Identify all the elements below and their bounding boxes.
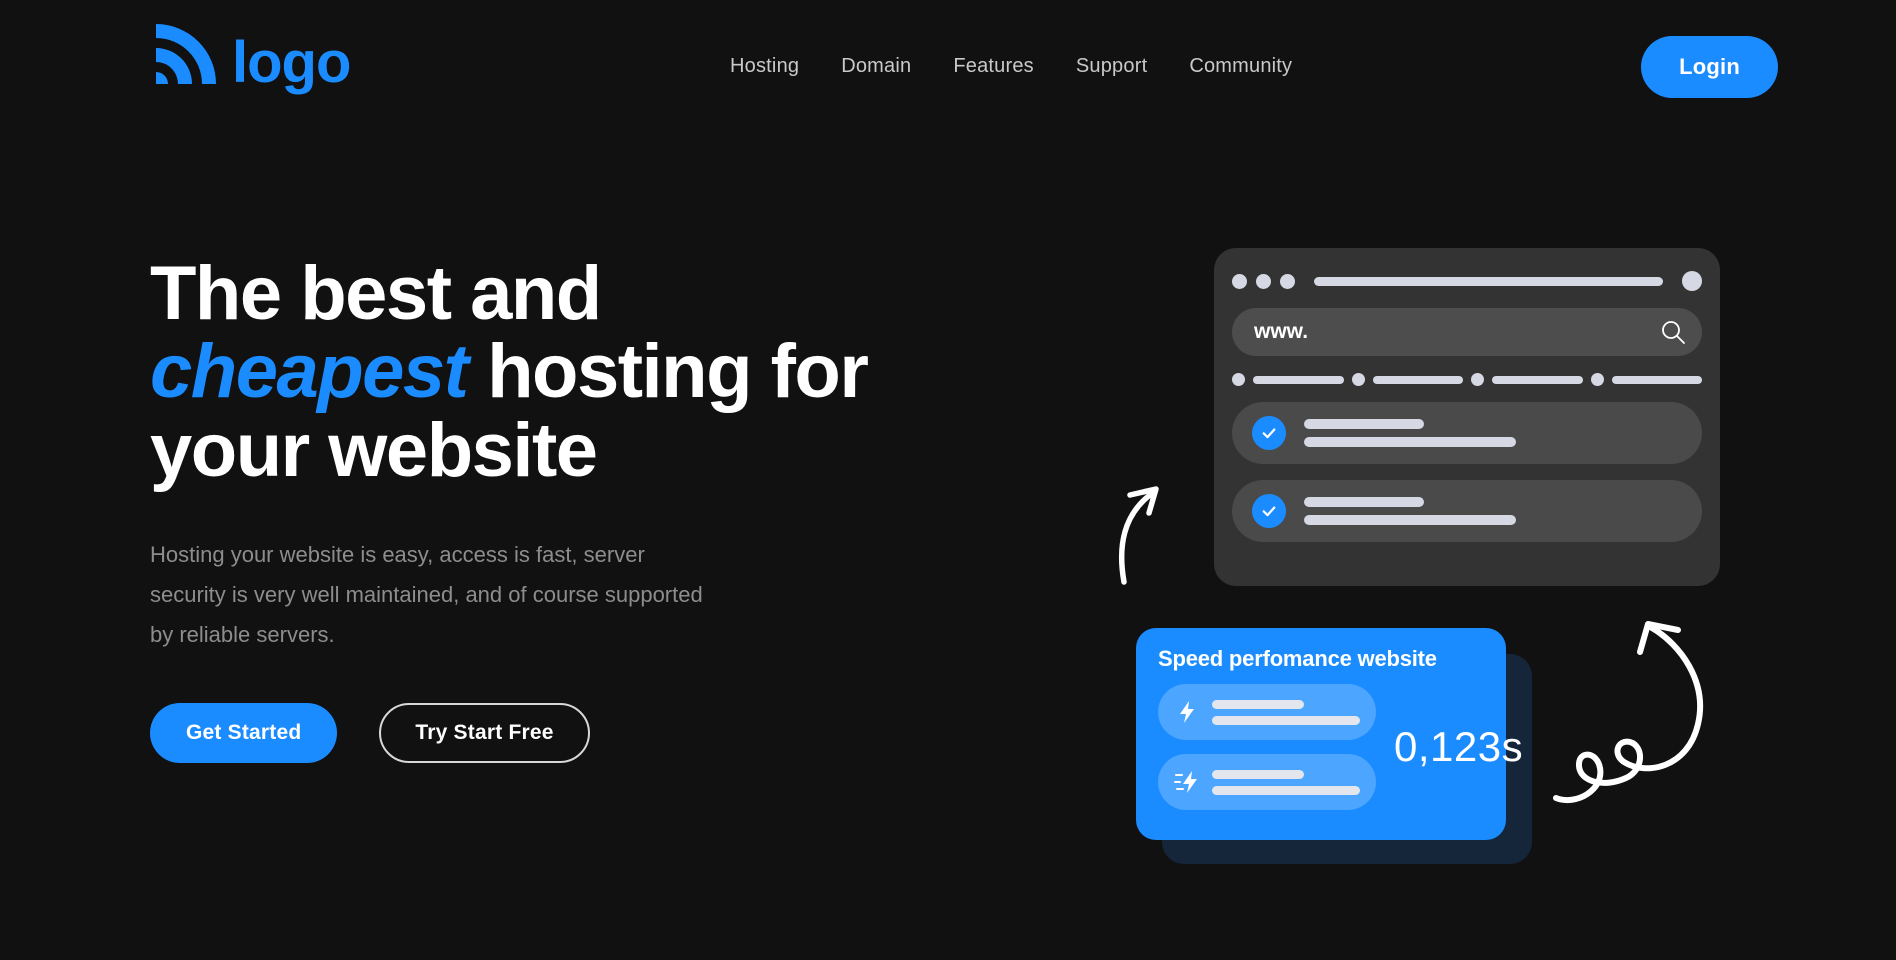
bookmark-item[interactable] [1590,373,1702,386]
checklist-row-placeholder [1304,497,1516,525]
headline-line-3: your website [150,407,598,493]
nav-item-hosting[interactable]: Hosting [730,55,799,78]
main-navigation: Hosting Domain Features Support Communit… [730,55,1292,78]
window-dot-1 [1232,273,1247,289]
nav-item-community[interactable]: Community [1189,55,1292,78]
headline-accent-word: cheapest [150,329,469,415]
browser-titlebar [1232,266,1702,296]
try-start-free-button[interactable]: Try Start Free [379,702,590,763]
brand-logo[interactable]: logo [150,18,351,95]
nav-item-features[interactable]: Features [953,55,1034,78]
nav-item-support[interactable]: Support [1076,55,1147,78]
bookmark-row [1232,373,1702,386]
speed-card-title: Speed perfomance website [1158,646,1437,671]
speed-card-body: 0,123s [1158,684,1523,810]
bookmark-label-placeholder [1253,375,1344,384]
curly-arrow-up-left-icon [1553,621,1704,803]
bookmark-dot-icon [1351,373,1365,386]
site-header: logo Hosting Domain Features Support Com… [0,0,1896,135]
bookmark-dot-icon [1590,373,1604,386]
login-button[interactable]: Login [1641,36,1778,98]
checklist-row[interactable] [1232,480,1702,542]
bookmark-item[interactable] [1471,373,1583,386]
check-circle-icon [1252,494,1286,528]
speed-metric-list [1158,684,1376,810]
hero-content: The best and cheapest hosting for your w… [150,254,970,763]
nav-item-domain[interactable]: Domain [841,55,911,78]
bookmark-item[interactable] [1351,373,1463,386]
bookmark-label-placeholder [1372,375,1463,384]
search-input-value: www. [1254,320,1309,343]
checklist-row-placeholder [1304,419,1516,447]
landing-page: logo Hosting Domain Features Support Com… [0,0,1896,960]
bookmark-label-placeholder [1611,375,1702,384]
speed-metric-row [1158,754,1376,810]
brand-name: logo [232,29,351,95]
window-action-dot [1682,271,1702,291]
browser-mockup-card: www. [1214,248,1720,586]
check-circle-icon [1252,416,1286,450]
window-dot-2 [1256,273,1271,289]
search-input[interactable]: www. [1232,308,1702,356]
bookmark-item[interactable] [1232,373,1344,386]
speed-performance-widget: Speed perfomance website 0,123s [1136,628,1536,866]
window-dot-3 [1280,273,1295,289]
hero-paragraph: Hosting your website is easy, access is … [150,541,703,647]
magnifier-icon[interactable] [1660,319,1686,345]
bolt-lines-icon [1174,771,1197,793]
signal-arcs-icon [156,24,216,84]
bookmark-dot-icon [1471,373,1484,386]
get-started-button[interactable]: Get Started [150,702,338,763]
cta-row: Get Started Try Start Free [150,702,970,763]
speed-value: 0,123s [1394,723,1524,770]
page-title: The best and cheapest hosting for your w… [150,254,970,493]
headline-line-2: hosting for [467,329,869,415]
bookmark-label-placeholder [1492,375,1583,384]
bolt-icon [1180,701,1194,723]
bookmark-dot-icon [1232,373,1245,386]
checklist-row[interactable] [1232,402,1702,464]
speed-metric-row [1158,684,1376,740]
headline-line-1: The best and [150,251,602,336]
speed-card: Speed perfomance website 0,123s [1136,628,1523,840]
curved-arrow-up-right-icon [1118,486,1159,585]
address-bar-placeholder [1314,276,1663,286]
